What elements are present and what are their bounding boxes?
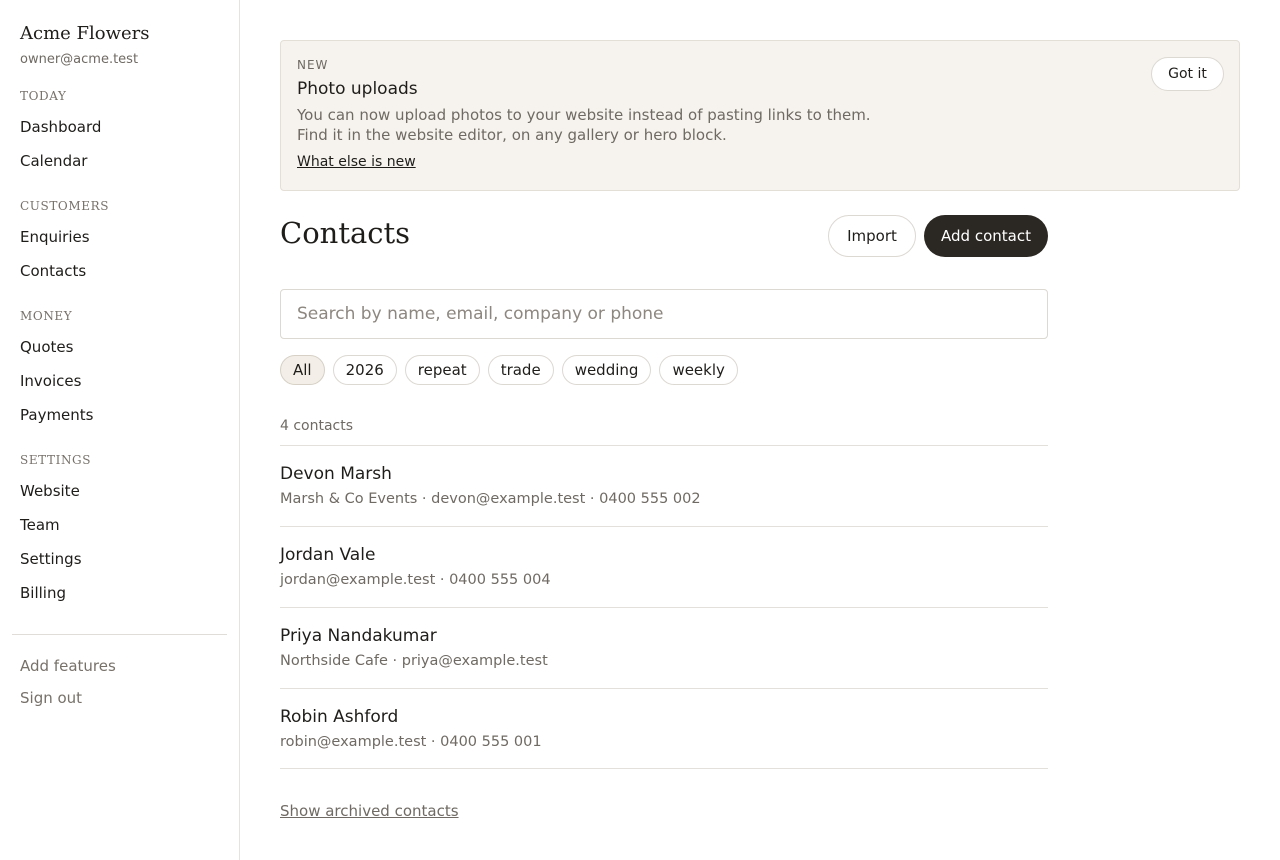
dismiss-banner-button[interactable]: Got it xyxy=(1151,57,1224,91)
contact-details: robin@example.test · 0400 555 001 xyxy=(280,734,542,750)
whats-new-link[interactable]: What else is new xyxy=(297,154,416,170)
sidebar-item-invoices[interactable]: Invoices xyxy=(20,372,81,390)
sidebar-item-dashboard[interactable]: Dashboard xyxy=(20,118,101,136)
banner-text-line: You can now upload photos to your websit… xyxy=(297,106,871,124)
contact-name: Devon Marsh xyxy=(280,464,392,484)
filter-chip-all[interactable]: All xyxy=(280,355,325,385)
sidebar: Acme Flowers owner@acme.test TODAY Dashb… xyxy=(0,0,240,860)
sidebar-item-enquiries[interactable]: Enquiries xyxy=(20,228,90,246)
search-input[interactable] xyxy=(280,289,1048,339)
sidebar-item-quotes[interactable]: Quotes xyxy=(20,338,73,356)
brand-name: Acme Flowers xyxy=(20,23,150,44)
filter-chip-repeat[interactable]: repeat xyxy=(404,355,480,385)
account-email: owner@acme.test xyxy=(20,52,139,67)
sidebar-item-website[interactable]: Website xyxy=(20,482,80,500)
contacts-list: Devon Marsh Marsh & Co Events · devon@ex… xyxy=(280,445,1048,769)
nav-heading-today: TODAY xyxy=(20,89,67,103)
sidebar-item-contacts[interactable]: Contacts xyxy=(20,262,86,280)
contact-name: Jordan Vale xyxy=(280,545,376,565)
sidebar-item-payments[interactable]: Payments xyxy=(20,406,93,424)
nav-heading-money: MONEY xyxy=(20,309,73,323)
add-contact-button[interactable]: Add contact xyxy=(924,215,1048,257)
filter-chip-wedding[interactable]: wedding xyxy=(561,355,652,385)
nav-heading-customers: CUSTOMERS xyxy=(20,199,110,213)
sidebar-item-calendar[interactable]: Calendar xyxy=(20,152,87,170)
show-archived-link[interactable]: Show archived contacts xyxy=(280,802,459,820)
banner-title: Photo uploads xyxy=(297,79,418,99)
filter-chips: All 2026 repeat trade wedding weekly xyxy=(280,355,738,385)
nav-heading-settings: SETTINGS xyxy=(20,453,92,467)
sidebar-item-settings[interactable]: Settings xyxy=(20,550,82,568)
contact-name: Robin Ashford xyxy=(280,707,399,727)
sign-out-link[interactable]: Sign out xyxy=(20,689,82,707)
add-features-link[interactable]: Add features xyxy=(20,657,116,675)
contact-row[interactable]: Robin Ashford robin@example.test · 0400 … xyxy=(280,688,1048,769)
contact-details: Northside Cafe · priya@example.test xyxy=(280,653,548,669)
filter-chip-trade[interactable]: trade xyxy=(487,355,554,385)
banner-text-line: Find it in the website editor, on any ga… xyxy=(297,126,727,144)
filter-chip-2026[interactable]: 2026 xyxy=(332,355,397,385)
contact-details: Marsh & Co Events · devon@example.test ·… xyxy=(280,491,701,507)
contact-details: jordan@example.test · 0400 555 004 xyxy=(280,572,551,588)
sidebar-item-billing[interactable]: Billing xyxy=(20,584,66,602)
sidebar-divider xyxy=(12,634,227,635)
announcement-banner: NEW Photo uploads You can now upload pho… xyxy=(280,40,1240,191)
contact-row[interactable]: Priya Nandakumar Northside Cafe · priya@… xyxy=(280,607,1048,688)
contact-row[interactable]: Devon Marsh Marsh & Co Events · devon@ex… xyxy=(280,445,1048,526)
contacts-count: 4 contacts xyxy=(280,418,354,434)
page-title: Contacts xyxy=(280,216,411,250)
sidebar-item-team[interactable]: Team xyxy=(20,516,60,534)
contact-name: Priya Nandakumar xyxy=(280,626,437,646)
filter-chip-weekly[interactable]: weekly xyxy=(659,355,738,385)
import-button[interactable]: Import xyxy=(828,215,916,257)
contact-row[interactable]: Jordan Vale jordan@example.test · 0400 5… xyxy=(280,526,1048,607)
banner-tag: NEW xyxy=(297,58,329,72)
